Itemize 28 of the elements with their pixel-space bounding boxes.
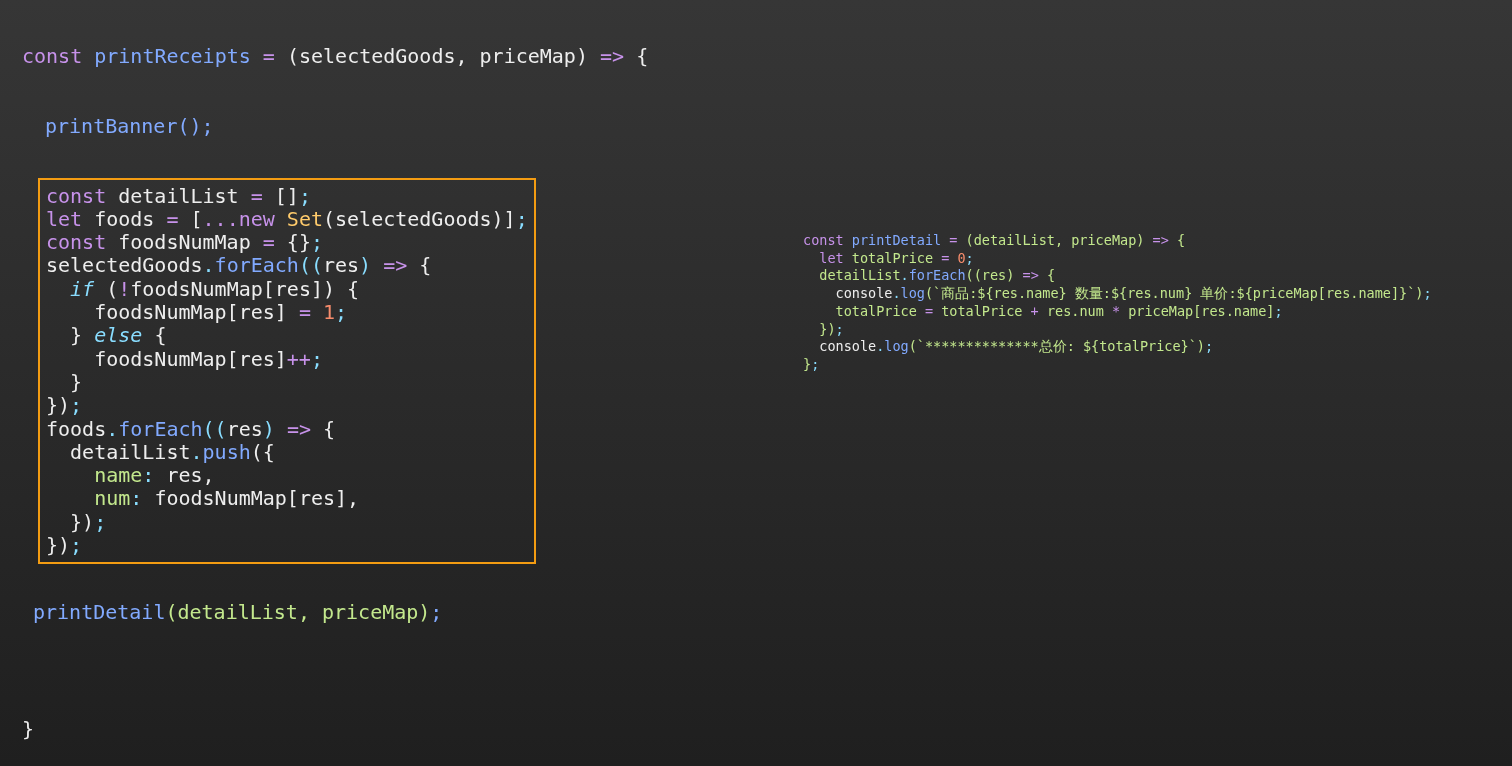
code-line: } else { [69, 324, 168, 348]
code-line: selectedGoods.forEach((res) => { [46, 254, 433, 278]
code-line: }); [46, 534, 84, 558]
code-line: printDetail(detailList, priceMap); [33, 601, 443, 625]
code-line: }); [46, 394, 84, 418]
code-line: printBanner(); [45, 115, 214, 139]
code-line: }); [818, 320, 845, 339]
code-line: const foodsNumMap = {}; [46, 231, 324, 255]
code-line: foods.forEach((res) => { [46, 417, 337, 441]
code-line: detailList.push({ [69, 440, 276, 465]
code-line: }); [69, 510, 108, 535]
code-line: foodsNumMap[res] = 1; [93, 301, 349, 325]
code-line: if (!foodsNumMap[res]) { [69, 277, 361, 302]
code-line: name: res, [93, 464, 216, 488]
code-line: const printReceipts = (selectedGoods, priceMap) => { [22, 45, 649, 69]
code-line: }; [803, 355, 821, 374]
code-line: console.log(`**************总价: ${totalPrice}`); [818, 338, 1215, 356]
code-line: const printDetail = (detailList, priceMap) => { [803, 232, 1187, 250]
code-line: let foods = [...new Set(selectedGoods)]; [46, 207, 528, 232]
code-line: totalPrice = totalPrice + res.num * priceMap[res.name]; [834, 302, 1284, 321]
code-line: } [69, 370, 84, 395]
code-line: console.log(`商品:${res.name} 数量:${res.num} 单价:${priceMap[res.name]}`); [834, 285, 1432, 303]
code-line: let totalPrice = 0; [818, 249, 975, 268]
code-line: detailList.forEach((res) => { [818, 267, 1057, 286]
code-line: } [22, 717, 35, 741]
code-line: const detailList = []; [46, 184, 312, 208]
code-line: foodsNumMap[res]++; [93, 347, 324, 371]
code-line: num: foodsNumMap[res], [93, 487, 361, 511]
